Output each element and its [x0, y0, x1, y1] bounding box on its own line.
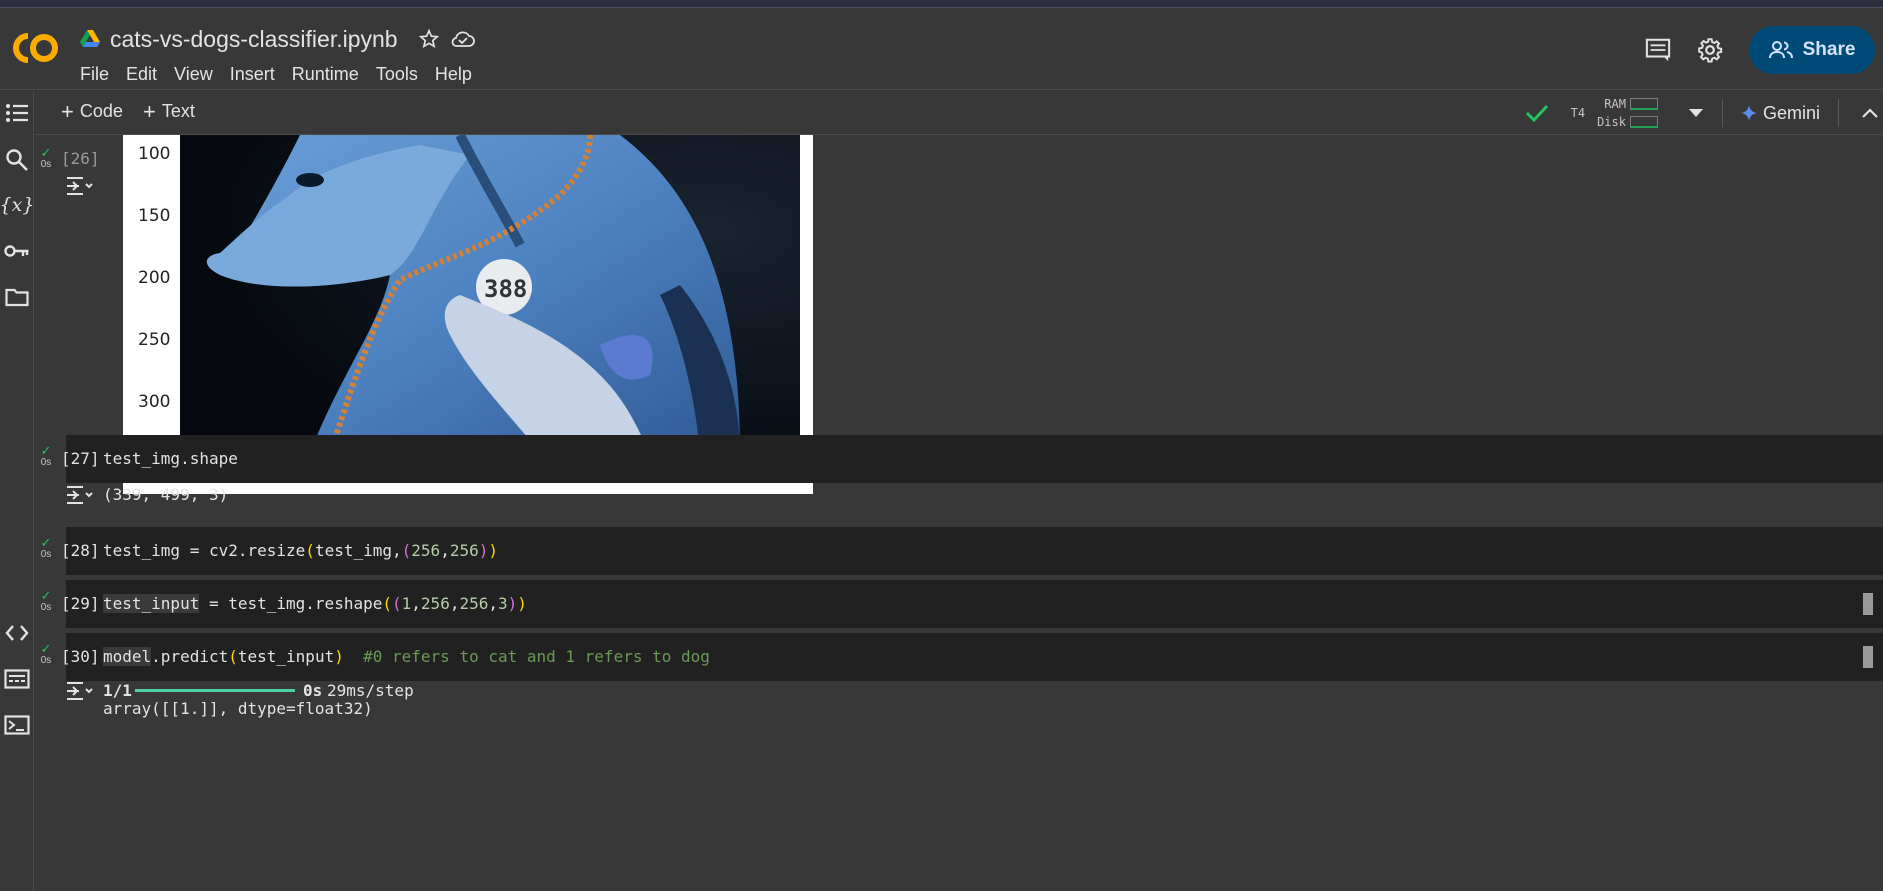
cell-29-time: 0s [40, 602, 52, 613]
header-actions: Share [1645, 26, 1875, 74]
notebook-cells: ✓ 0s [26] 100 150 200 250 300 0 100 200 … [35, 135, 1883, 886]
cell-29-exec-count[interactable]: [29] [61, 594, 100, 613]
files-folder-icon[interactable] [3, 283, 31, 311]
cell-30-code[interactable]: model.predict(test_input) #0 refers to c… [103, 647, 710, 666]
connected-check-icon [1525, 104, 1548, 123]
success-check-icon: ✓ [40, 641, 52, 656]
menu-help[interactable]: Help [435, 60, 482, 89]
cell-28-time: 0s [40, 549, 52, 560]
gemini-label: Gemini [1762, 102, 1820, 123]
cell-30-time: 0s [40, 655, 52, 666]
collapse-chevron-up-icon[interactable] [1861, 107, 1879, 119]
cell-30-scrollbar[interactable] [1863, 646, 1873, 668]
y-tick-150: 150 [138, 206, 171, 226]
terminal-icon[interactable] [3, 711, 31, 739]
dog-photo-image: 388 [180, 135, 800, 453]
menu-edit[interactable]: Edit [126, 60, 167, 89]
cell-28-exec-count[interactable]: [28] [61, 541, 100, 560]
menu-insert[interactable]: Insert [230, 60, 285, 89]
cell-30-status: ✓ 0s [35, 641, 57, 666]
notebook-title[interactable]: cats-vs-dogs-classifier.ipynb [110, 26, 398, 53]
ram-label: RAM [1604, 97, 1626, 111]
header: cats-vs-dogs-classifier.ipynb File Edit … [0, 8, 1883, 90]
cell-26-status: ✓ 0s [35, 145, 57, 170]
menu-tools[interactable]: Tools [376, 60, 428, 89]
cell-28-code[interactable]: test_img = cv2.resize(test_img,(256,256)… [103, 541, 498, 560]
add-code-cell-button[interactable]: + Code [61, 98, 123, 124]
y-tick-250: 250 [138, 330, 171, 350]
menu-view[interactable]: View [174, 60, 223, 89]
gemini-sparkle-icon [1740, 105, 1757, 121]
share-label: Share [1802, 39, 1856, 60]
settings-gear-icon[interactable] [1697, 37, 1723, 63]
secrets-key-icon[interactable] [3, 237, 31, 265]
y-tick-200: 200 [138, 268, 171, 288]
output-actions-icon[interactable] [65, 484, 93, 506]
svg-text:388: 388 [484, 275, 527, 303]
menu-runtime[interactable]: Runtime [292, 60, 369, 89]
window-top-strip [0, 0, 1883, 8]
progress-step: 29ms/step [327, 681, 414, 700]
code-snippets-icon[interactable] [3, 619, 31, 647]
cell-27-editor[interactable] [66, 435, 1883, 483]
comments-icon[interactable] [1645, 37, 1671, 63]
success-check-icon: ✓ [40, 535, 52, 550]
runtime-dropdown-icon[interactable] [1688, 108, 1704, 118]
output-actions-icon[interactable] [65, 175, 93, 197]
add-text-cell-button[interactable]: + Text [143, 98, 195, 124]
plus-icon: + [61, 98, 74, 124]
success-check-icon: ✓ [40, 145, 52, 160]
people-icon [1768, 41, 1793, 59]
cloud-saved-icon[interactable] [450, 26, 476, 52]
toolbar-right: T4 RAM Disk Gemini [1525, 91, 1883, 135]
progress-time: 0s [303, 681, 323, 700]
cell-30-comment: #0 refers to cat and 1 refers to dog [363, 647, 710, 666]
ram-meter [1629, 98, 1658, 110]
menu-file[interactable]: File [80, 60, 119, 89]
search-icon[interactable] [3, 146, 31, 174]
cell-27-time: 0s [40, 457, 52, 468]
menu-bar: File Edit View Insert Runtime Tools Help [80, 60, 489, 89]
add-text-label: Text [161, 101, 195, 121]
colab-logo-icon[interactable] [8, 30, 60, 66]
success-check-icon: ✓ [40, 588, 52, 603]
cell-27-exec-count[interactable]: [27] [61, 449, 100, 468]
y-tick-300: 300 [138, 392, 171, 412]
cell-29-scrollbar[interactable] [1863, 593, 1873, 615]
cell-29-status: ✓ 0s [35, 588, 57, 613]
cell-30-output: array([[1.]], dtype=float32) [103, 699, 373, 718]
add-code-label: Code [79, 101, 123, 121]
resource-monitor[interactable]: RAM Disk [1597, 95, 1658, 131]
table-of-contents-icon[interactable] [3, 99, 31, 127]
cell-27-status: ✓ 0s [35, 443, 57, 468]
progress-bar-track [135, 689, 295, 692]
output-actions-icon[interactable] [65, 680, 93, 702]
share-button[interactable]: Share [1749, 26, 1875, 74]
cell-29-code[interactable]: test_input = test_img.reshape((1,256,256… [103, 594, 527, 613]
left-sidebar: {x} [0, 91, 34, 891]
google-drive-icon [80, 30, 100, 47]
cell-27-code[interactable]: test_img.shape [103, 449, 238, 468]
disk-meter [1629, 116, 1658, 128]
progress-bar-fill [135, 689, 295, 692]
runtime-type[interactable]: T4 [1571, 106, 1585, 120]
disk-label: Disk [1597, 115, 1626, 129]
cell-28-status: ✓ 0s [35, 535, 57, 560]
progress-count: 1/1 [103, 681, 132, 700]
command-palette-icon[interactable] [3, 665, 31, 693]
cell-26-time: 0s [40, 159, 52, 170]
plus-icon: + [143, 98, 156, 124]
success-check-icon: ✓ [40, 443, 52, 458]
star-icon[interactable] [416, 26, 442, 52]
title-row: cats-vs-dogs-classifier.ipynb [80, 24, 476, 54]
y-tick-100: 100 [138, 144, 171, 164]
gemini-button[interactable]: Gemini [1721, 99, 1839, 127]
cell-26-exec-count[interactable]: [26] [61, 149, 100, 168]
notebook-toolbar: + Code + Text T4 RAM Disk Gemini [35, 91, 1883, 135]
variables-icon[interactable]: {x} [0, 191, 34, 219]
cell-27-output: (339, 499, 3) [103, 485, 229, 504]
cell-30-exec-count[interactable]: [30] [61, 647, 100, 666]
